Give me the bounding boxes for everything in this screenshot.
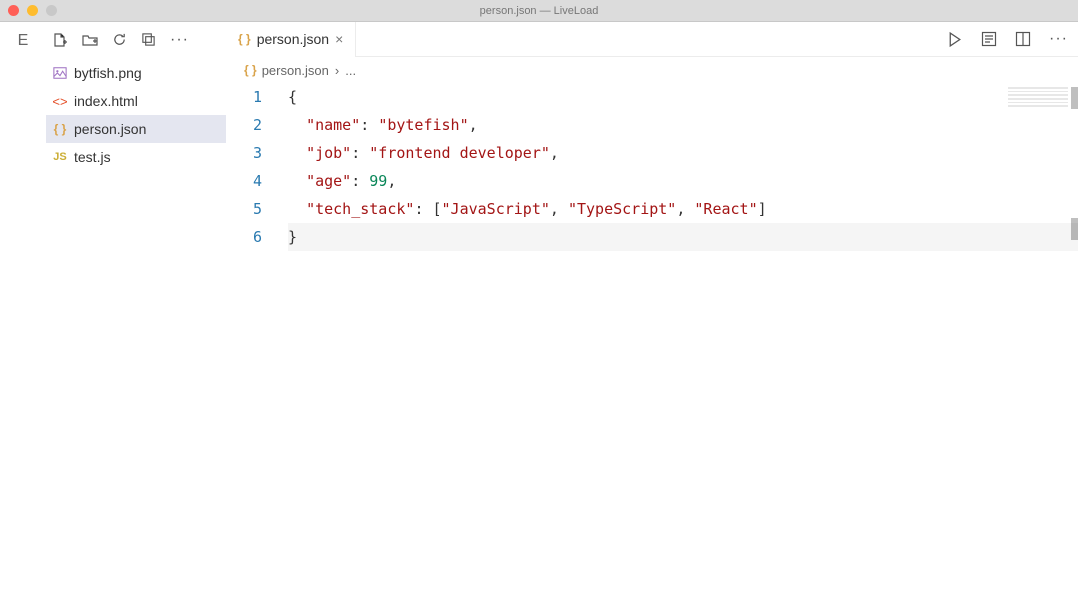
scrollbar[interactable] bbox=[1071, 218, 1078, 240]
breadcrumb-more[interactable]: ... bbox=[345, 63, 356, 78]
code-editor[interactable]: 1 2 3 4 5 6 { "name": "bytefish", "job":… bbox=[226, 83, 1078, 599]
minimize-window-button[interactable] bbox=[27, 5, 38, 16]
split-editor-icon[interactable] bbox=[1015, 31, 1031, 47]
titlebar: person.json — LiveLoad bbox=[0, 0, 1078, 22]
code-content[interactable]: { "name": "bytefish", "job": "frontend d… bbox=[288, 83, 1078, 599]
file-label: bytfish.png bbox=[74, 65, 142, 81]
line-number: 3 bbox=[226, 139, 262, 167]
chevron-right-icon: › bbox=[335, 63, 339, 78]
file-test-js[interactable]: JS test.js bbox=[46, 143, 226, 171]
minimap[interactable] bbox=[1008, 87, 1068, 107]
line-number: 6 bbox=[226, 223, 262, 251]
breadcrumb-label: person.json bbox=[262, 63, 329, 78]
maximize-window-button[interactable] bbox=[46, 5, 57, 16]
more-actions-icon[interactable]: ··· bbox=[1049, 30, 1068, 48]
file-label: person.json bbox=[74, 121, 146, 137]
tabs-row: { } person.json × ··· bbox=[226, 22, 1078, 57]
file-index-html[interactable]: <> index.html bbox=[46, 87, 226, 115]
line-number: 4 bbox=[226, 167, 262, 195]
collapse-all-icon[interactable] bbox=[141, 32, 156, 47]
run-icon[interactable] bbox=[946, 31, 963, 48]
file-explorer: bytfish.png <> index.html { } person.jso… bbox=[46, 57, 226, 171]
image-file-icon bbox=[52, 66, 68, 80]
breadcrumb-file[interactable]: { } person.json bbox=[244, 63, 329, 78]
scrollbar[interactable] bbox=[1071, 87, 1078, 109]
activity-bar: E bbox=[0, 22, 46, 599]
window-title: person.json — LiveLoad bbox=[480, 5, 599, 17]
tab-label: person.json bbox=[257, 31, 329, 47]
refresh-icon[interactable] bbox=[112, 32, 127, 47]
json-file-icon: { } bbox=[238, 32, 251, 46]
line-number: 5 bbox=[226, 195, 262, 223]
file-person-json[interactable]: { } person.json bbox=[46, 115, 226, 143]
more-icon[interactable]: ··· bbox=[170, 31, 189, 49]
json-file-icon: { } bbox=[244, 63, 257, 77]
js-file-icon: JS bbox=[52, 151, 68, 163]
file-label: index.html bbox=[74, 93, 138, 109]
explorer-activity-icon[interactable]: E bbox=[18, 32, 29, 50]
preview-icon[interactable] bbox=[981, 31, 997, 47]
new-folder-icon[interactable] bbox=[82, 32, 98, 48]
file-bytfish-png[interactable]: bytfish.png bbox=[46, 59, 226, 87]
new-file-icon[interactable] bbox=[52, 32, 68, 48]
breadcrumbs: { } person.json › ... bbox=[226, 57, 1078, 83]
close-window-button[interactable] bbox=[8, 5, 19, 16]
close-tab-icon[interactable]: × bbox=[335, 31, 343, 47]
line-number: 1 bbox=[226, 83, 262, 111]
json-file-icon: { } bbox=[52, 122, 68, 136]
line-number: 2 bbox=[226, 111, 262, 139]
tab-person-json[interactable]: { } person.json × bbox=[226, 22, 356, 57]
html-file-icon: <> bbox=[52, 94, 68, 109]
editor: { } person.json × ··· { } p bbox=[226, 22, 1078, 599]
line-gutter: 1 2 3 4 5 6 bbox=[226, 83, 288, 599]
editor-actions: ··· bbox=[946, 30, 1068, 48]
sidebar-toolbar: ··· bbox=[46, 22, 226, 57]
sidebar: ··· bytfish.png <> index.html { } person… bbox=[46, 22, 226, 599]
window-controls bbox=[8, 5, 57, 16]
file-label: test.js bbox=[74, 149, 111, 165]
